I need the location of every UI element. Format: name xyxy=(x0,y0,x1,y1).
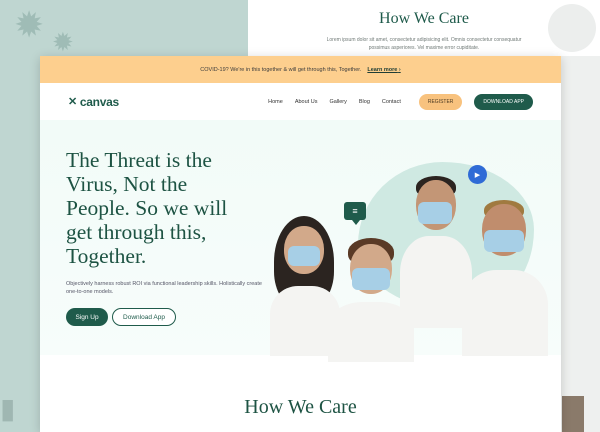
section-title: How We Care xyxy=(244,396,357,418)
nav-contact[interactable]: Contact xyxy=(382,99,401,105)
register-button[interactable]: REGISTER xyxy=(418,93,463,110)
sign-up-button[interactable]: Sign Up xyxy=(66,308,108,326)
learn-more-link[interactable]: Learn more › xyxy=(367,67,400,73)
virus-icon: ✹ xyxy=(14,5,45,46)
hand-sanitizer-icon: ▮ xyxy=(0,393,16,424)
background-section-subtitle: Lorem ipsum dolor sit amet, consectetur … xyxy=(326,37,522,51)
download-app-button[interactable]: Download App xyxy=(112,308,176,326)
person xyxy=(458,200,548,356)
covid-banner: COVID-19? We're in this together & will … xyxy=(40,56,561,83)
chevron-right-icon: › xyxy=(398,66,401,73)
navbar: ✕ canvas Home About Us Gallery Blog Cont… xyxy=(40,83,561,120)
canvas-logo-icon: ✕ xyxy=(68,96,77,108)
download-app-nav-button[interactable]: DOWNLOAD APP xyxy=(474,93,533,110)
play-icon: ▶ xyxy=(474,171,481,179)
logo-text: canvas xyxy=(79,94,119,109)
mask-icon xyxy=(548,4,596,52)
nav-gallery[interactable]: Gallery xyxy=(329,99,346,105)
nav-links: Home About Us Gallery Blog Contact REGIS… xyxy=(268,93,533,110)
nav-about-us[interactable]: About Us xyxy=(295,99,318,105)
banner-text: COVID-19? We're in this together & will … xyxy=(200,66,362,73)
logo[interactable]: ✕ canvas xyxy=(68,95,119,109)
virus-icon: ✹ xyxy=(52,28,74,58)
nav-blog[interactable]: Blog xyxy=(359,99,370,105)
play-video-button[interactable]: ▶ xyxy=(468,165,487,184)
website-preview-card: COVID-19? We're in this together & will … xyxy=(40,56,561,432)
hero-subtext: Objectively harness robust ROI via funct… xyxy=(66,281,262,295)
background-panel-strip xyxy=(560,56,600,432)
hero-photo-people-in-masks xyxy=(262,176,548,362)
hero-section: The Threat is the Virus, Not the People.… xyxy=(40,120,561,362)
hero-headline: The Threat is the Virus, Not the People.… xyxy=(66,148,228,268)
nav-home[interactable]: Home xyxy=(268,99,283,105)
background-photo xyxy=(562,396,584,432)
chat-icon[interactable]: ≡ xyxy=(344,202,366,225)
